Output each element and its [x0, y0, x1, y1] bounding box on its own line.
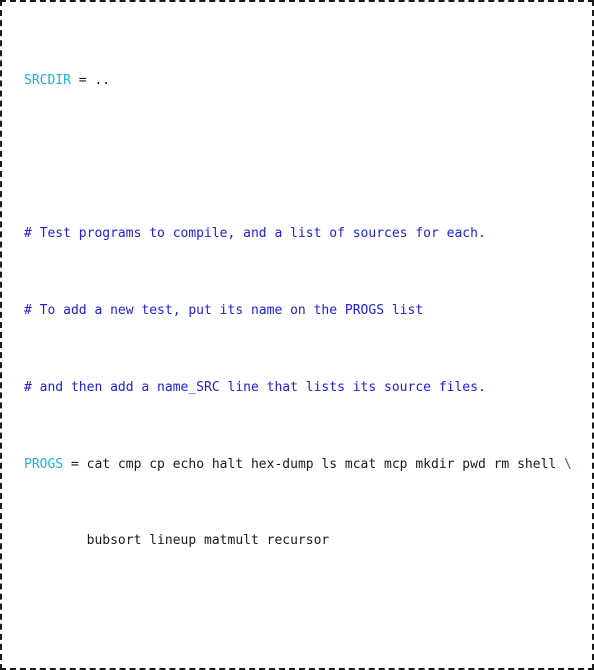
code-line-progs-continued[interactable]: bubsort lineup matmult recursor	[24, 531, 588, 550]
code-line-progs[interactable]: PROGS = cat cmp cp echo halt hex-dump ls…	[24, 455, 588, 474]
comment-text: # Test programs to compile, and a list o…	[24, 226, 486, 242]
progs-value: = cat cmp cp echo halt hex-dump ls mcat …	[63, 456, 565, 472]
line-continuation-backslash: \	[564, 456, 572, 472]
variable-srcdir: SRCDIR	[24, 72, 71, 88]
makefile-editor-window: SRCDIR = .. # Test programs to compile, …	[0, 0, 594, 670]
comment-text: # and then add a name_SRC line that list…	[24, 379, 486, 395]
code-content[interactable]: SRCDIR = .. # Test programs to compile, …	[24, 13, 588, 668]
progs-value-continued: bubsort lineup matmult recursor	[24, 533, 330, 549]
assignment-srcdir: = ..	[70, 72, 111, 88]
code-line-comment-and-then[interactable]: # and then add a name_SRC line that list…	[24, 378, 588, 397]
variable-progs: PROGS	[24, 456, 64, 472]
code-line-comment-test-programs[interactable]: # Test programs to compile, and a list o…	[24, 224, 588, 243]
code-line-srcdir[interactable]: SRCDIR = ..	[24, 71, 588, 90]
comment-text: # To add a new test, put its name on the…	[24, 303, 424, 318]
code-line-comment-to-add[interactable]: # To add a new test, put its name on the…	[24, 301, 588, 320]
